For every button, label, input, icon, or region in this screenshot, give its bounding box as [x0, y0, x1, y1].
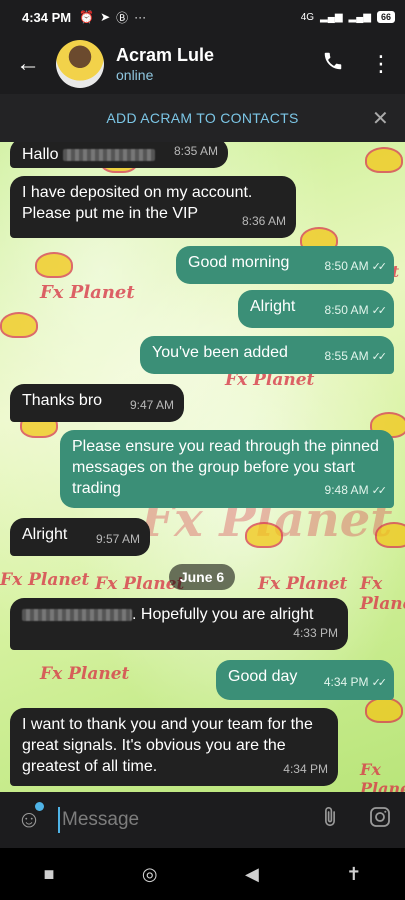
message-incoming[interactable]: I have deposited on my account. Please p…: [10, 176, 296, 238]
read-ticks-icon: ✓✓: [371, 305, 388, 317]
bull-logo-icon: [0, 312, 38, 338]
message-incoming[interactable]: Alright 9:57 AM: [10, 518, 150, 556]
watermark-text: Fx Planet: [40, 664, 130, 684]
bull-logo-icon: [365, 697, 403, 723]
message-time: 8:50 AM: [324, 259, 369, 273]
message-outgoing[interactable]: Alright 8:50 AM ✓✓: [238, 290, 394, 328]
more-notifications: ···: [134, 10, 147, 24]
bull-logo-icon: [35, 252, 73, 278]
clock: 4:34 PM: [22, 9, 72, 25]
notification-dot: [35, 802, 44, 811]
message-time: 9:57 AM: [95, 532, 140, 546]
message-outgoing[interactable]: Please ensure you read through the pinne…: [60, 430, 394, 508]
message-input[interactable]: Message: [58, 807, 305, 833]
arrow-left-icon[interactable]: ←: [0, 50, 56, 78]
read-ticks-icon: ✓✓: [371, 261, 388, 273]
contact-title[interactable]: Acram Lule online: [116, 44, 309, 84]
accessibility-icon[interactable]: ✝: [346, 864, 361, 885]
message-outgoing[interactable]: You've been added 8:55 AM ✓✓: [140, 336, 394, 374]
bull-logo-icon: [245, 522, 283, 548]
watermark-text: Fx Planet: [360, 760, 405, 792]
message-time: 4:34 PM: [323, 675, 369, 689]
watermark-text: Fx Planet: [258, 574, 348, 594]
chat-header: ← Acram Lule online ⋮: [0, 34, 405, 94]
watermark-text: Fx Planet: [0, 570, 90, 590]
add-contact-bar[interactable]: ADD ACRAM TO CONTACTS ✕: [0, 94, 405, 142]
message-time: 9:47 AM: [129, 398, 174, 412]
network-label: 4G: [300, 11, 315, 23]
read-ticks-icon: ✓✓: [371, 485, 388, 497]
signal-icon: ▂▄▆: [320, 11, 343, 23]
avatar[interactable]: [56, 40, 104, 88]
redacted-text: [22, 608, 132, 621]
message-time: 9:48 AM: [324, 483, 369, 497]
contact-name: Acram Lule: [116, 45, 215, 65]
add-contact-label[interactable]: ADD ACRAM TO CONTACTS: [106, 110, 298, 126]
telegram-icon: ➤: [100, 10, 111, 24]
message-text: Thanks bro: [22, 392, 103, 409]
signal-icon-2: ▂▄▆: [348, 11, 371, 23]
close-icon[interactable]: ✕: [372, 106, 389, 131]
message-text: I want to thank you and your team for th…: [22, 716, 313, 775]
circle-home-icon[interactable]: ◎: [142, 864, 158, 885]
message-text: Alright: [250, 298, 296, 315]
message-time: 8:36 AM: [241, 214, 286, 228]
message-incoming[interactable]: Thanks bro 9:47 AM: [10, 384, 184, 422]
read-ticks-icon: ✓✓: [371, 351, 388, 363]
message-time: 8:50 AM: [324, 303, 369, 317]
contact-status: online: [116, 67, 154, 83]
message-time: 8:35 AM: [173, 144, 218, 158]
message-time: 8:55 AM: [324, 349, 369, 363]
system-navbar: ■ ◎ ◀ ✝: [0, 848, 405, 900]
message-text: Alright: [22, 526, 68, 543]
message-incoming[interactable]: . Hopefully you are alright 4:33 PM: [10, 598, 348, 650]
message-incoming[interactable]: I want to thank you and your team for th…: [10, 708, 338, 786]
sticker-icon[interactable]: ☺: [0, 802, 58, 834]
paperclip-icon[interactable]: [305, 806, 355, 834]
alarm-icon: ⏰: [79, 10, 95, 24]
chat-area[interactable]: Fx Planet Fx Planet Fx Planet Fx Planet …: [0, 142, 405, 792]
read-ticks-icon: ✓✓: [371, 677, 388, 689]
redacted-text: [62, 148, 155, 161]
bull-logo-icon: [365, 147, 403, 173]
b-icon: Ⓑ: [116, 10, 129, 25]
message-outgoing[interactable]: Good morning 8:50 AM ✓✓: [176, 246, 394, 284]
message-text: You've been added: [152, 344, 288, 361]
message-incoming[interactable]: Hallo 8:35 AM: [10, 142, 228, 168]
date-separator: June 6: [169, 564, 235, 590]
watermark-text: Fx Planet: [360, 574, 405, 614]
message-outgoing[interactable]: Good day 4:34 PM ✓✓: [216, 660, 394, 700]
square-recents-icon[interactable]: ■: [44, 864, 55, 885]
battery-icon: 66: [376, 11, 395, 23]
message-input-bar: ☺ Message: [0, 792, 405, 848]
message-time: 4:33 PM: [293, 626, 338, 640]
bull-logo-icon: [375, 522, 405, 548]
watermark-text: Fx Planet: [40, 282, 135, 303]
message-text: Good day: [228, 668, 298, 685]
triangle-back-icon[interactable]: ◀: [245, 864, 259, 885]
instagram-camera-icon[interactable]: [355, 805, 405, 835]
message-text: Hallo: [22, 146, 59, 163]
message-text: I have deposited on my account. Please p…: [22, 184, 253, 222]
message-time: 4:34 PM: [283, 762, 328, 776]
message-text: Good morning: [188, 254, 290, 271]
status-bar: 4:34 PM ⏰ ➤ Ⓑ ··· 4G ▂▄▆ ▂▄▆ 66: [0, 0, 405, 34]
kebab-menu-icon[interactable]: ⋮: [357, 51, 405, 77]
phone-icon[interactable]: [309, 50, 357, 78]
message-text: . Hopefully you are alright: [132, 606, 314, 623]
